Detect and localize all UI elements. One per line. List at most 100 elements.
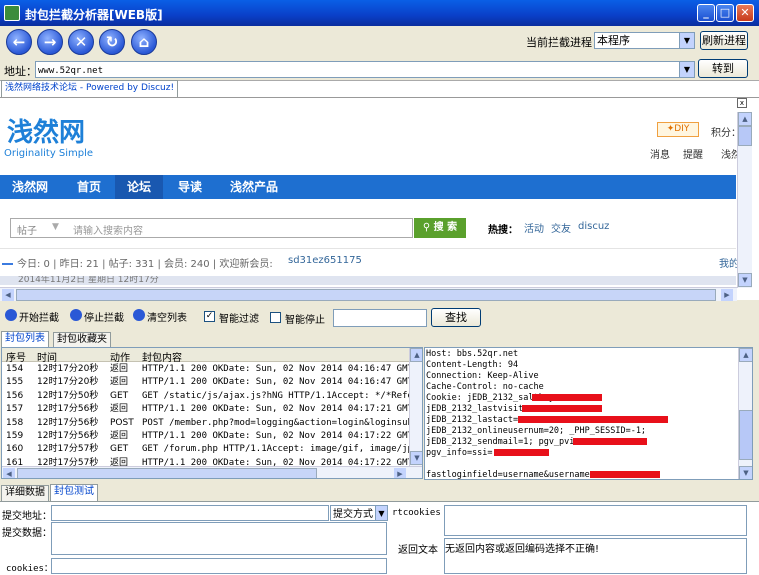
stop-icon[interactable]: ✕ [68, 29, 94, 55]
maximize-button[interactable]: □ [716, 4, 734, 22]
tab-detail-data[interactable]: 详细数据 [1, 485, 49, 501]
return-text-field[interactable]: 无返回内容或返回编码选择不正确! [444, 538, 747, 574]
table-row[interactable]: 160 12时17分57秒 GET GET /forum.php HTTP/1.1Ac… [2, 443, 422, 456]
minimize-button[interactable]: _ [697, 4, 715, 22]
site-logo[interactable]: 浅然网 [7, 112, 85, 149]
packet-detail-view[interactable]: Host: bbs.52qr.net Content-Length: 94 Conn… [424, 347, 753, 480]
tab-packet-test[interactable]: 封包测试 [50, 484, 98, 501]
nav-item-forum[interactable]: 论坛 [115, 175, 164, 199]
scroll-right-icon[interactable]: ▶ [721, 289, 733, 301]
cell-time: 12时17分20秒 [37, 364, 99, 374]
scroll-down-icon[interactable]: ▼ [410, 451, 422, 465]
process-value: 本程序 [597, 34, 630, 47]
clear-list-button[interactable]: 清空列表 [147, 309, 187, 324]
scroll-up-icon[interactable]: ▲ [738, 112, 752, 126]
submit-data-label: 提交数据： [2, 528, 52, 539]
tab-packet-favorites[interactable]: 封包收藏夹 [53, 332, 111, 348]
address-input[interactable]: www.52qr.net ▼ [35, 61, 695, 78]
smart-filter-checkbox[interactable]: ✓ [204, 311, 215, 322]
browser-hscroll[interactable]: ◀ ▶ [0, 287, 737, 301]
scroll-thumb[interactable] [739, 410, 752, 460]
table-row[interactable]: 156 12时17分50秒 GET GET /static/js/ajax.js?hN… [2, 390, 422, 403]
search-input[interactable]: 请输入搜索内容 [73, 222, 143, 237]
stop-capture-button[interactable]: 停止拦截 [84, 309, 124, 324]
col-header-content[interactable]: 封包内容 [142, 349, 182, 364]
hscroll-thumb[interactable] [16, 289, 716, 301]
detail-vscroll[interactable]: ▲ ▼ [738, 348, 752, 479]
close-window-button[interactable]: ✕ [736, 4, 754, 22]
packet-line: Host: bbs.52qr.net [426, 349, 519, 359]
nav-item-guide[interactable]: 导读 [166, 175, 214, 199]
back-icon[interactable]: ← [6, 29, 32, 55]
home-icon[interactable]: ⌂ [131, 29, 157, 55]
scroll-up-icon[interactable]: ▲ [739, 348, 752, 362]
table-vscroll[interactable]: ▲ ▼ [409, 348, 422, 466]
link-messages[interactable]: 消息 [650, 146, 670, 161]
mine-link[interactable]: 我的 [719, 255, 739, 270]
redaction [518, 416, 668, 423]
smart-stop-checkbox[interactable] [270, 312, 281, 323]
col-header-action[interactable]: 动作 [110, 349, 130, 364]
start-icon [5, 309, 17, 321]
submit-address-label: 提交地址： [2, 511, 52, 522]
go-button[interactable]: 转到 [698, 59, 748, 78]
refresh-process-button[interactable]: 刷新进程 [700, 31, 748, 50]
col-header-time[interactable]: 时间 [37, 349, 57, 364]
scroll-right-icon[interactable]: ▶ [394, 468, 406, 478]
table-row[interactable]: 154 12时17分20秒 返回 HTTP/1.1 200 OKDate: Sun, … [2, 363, 422, 376]
col-header-seq[interactable]: 序号 [6, 349, 26, 364]
nav-item-site[interactable]: 浅然网 [0, 175, 60, 199]
scroll-down-icon[interactable]: ▼ [738, 273, 752, 287]
scroll-left-icon[interactable]: ◀ [3, 468, 15, 478]
refresh-icon[interactable]: ↻ [99, 29, 125, 55]
submit-method-select[interactable]: 提交方式 ▼ [330, 505, 388, 521]
hot-link-friends[interactable]: 交友 [551, 220, 571, 235]
table-row[interactable]: 157 12时17分56秒 返回 HTTP/1.1 200 OKDate: Sun, … [2, 403, 422, 416]
cell-seq: 159 [6, 431, 24, 441]
find-button[interactable]: 查找 [431, 308, 481, 327]
nav-item-products[interactable]: 浅然产品 [218, 175, 290, 199]
forward-icon[interactable]: → [37, 29, 63, 55]
cookies-input[interactable] [51, 558, 387, 574]
table-row[interactable]: 155 12时17分20秒 返回 HTTP/1.1 200 OKDate: Sun, … [2, 376, 422, 389]
address-label: 地址： [4, 65, 37, 78]
scroll-up-icon[interactable]: ▲ [410, 348, 422, 362]
redaction [522, 405, 602, 412]
cell-content: POST /member.php?mod=logging&action=logi… [142, 417, 423, 428]
submit-address-input[interactable] [51, 505, 329, 521]
browser-tab[interactable]: 浅然网络技术论坛 - Powered by Discuz! [1, 80, 179, 97]
table-row[interactable]: 159 12时17分56秒 返回 HTTP/1.1 200 OKDate: Sun, … [2, 430, 422, 443]
date-strip: 2014年11月2日 星期日 12时17分 [0, 276, 736, 285]
start-capture-button[interactable]: 开始拦截 [19, 309, 59, 324]
diy-button[interactable]: ✦DIY [657, 122, 699, 137]
packet-line: jEDB_2132_onlineusernum=20; _PHP_SESSID=… [426, 426, 647, 436]
search-type[interactable]: 帖子 [17, 222, 37, 237]
hscroll-thumb[interactable] [17, 468, 317, 478]
chevron-down-icon: ▼ [375, 506, 387, 520]
new-member-link[interactable]: sd31ez651175 [288, 255, 362, 266]
link-reminders[interactable]: 提醒 [683, 146, 703, 161]
scroll-down-icon[interactable]: ▼ [739, 466, 752, 479]
rtcookies-field[interactable] [444, 505, 747, 536]
table-hscroll[interactable]: ◀ ▶ [2, 466, 422, 478]
hot-link-discuz[interactable]: discuz [578, 221, 609, 232]
submit-data-input[interactable] [51, 522, 387, 555]
close-tab-icon[interactable]: x [737, 98, 747, 108]
cell-time: 12时17分57秒 [37, 444, 99, 455]
scroll-left-icon[interactable]: ◀ [2, 289, 14, 301]
packet-table: 序号 时间 动作 封包内容 154 12时17分20秒 返回 HTTP/1.1 200… [1, 347, 423, 479]
chevron-down-icon: ▼ [52, 222, 59, 232]
forum-search-button[interactable]: ⚲ 搜 索 [414, 218, 466, 238]
rtcookies-label: rtcookies [392, 508, 441, 518]
hot-link-activity[interactable]: 活动 [524, 220, 544, 235]
cell-seq: 160 [6, 444, 24, 455]
find-input[interactable] [333, 309, 427, 327]
scroll-thumb[interactable] [738, 126, 752, 146]
cell-action: GET [110, 390, 129, 401]
table-row[interactable]: 158 12时17分56秒 POST POST /member.php?mod=log… [2, 417, 422, 430]
process-select[interactable]: 本程序 ▼ [594, 32, 695, 49]
cell-content: HTTP/1.1 200 OKDate: Sun, 02 Nov 2014 04… [142, 404, 423, 415]
browser-vscroll[interactable]: ▲ ▼ [737, 112, 752, 288]
tab-packet-list[interactable]: 封包列表 [1, 331, 49, 348]
nav-item-home[interactable]: 首页 [65, 175, 113, 199]
